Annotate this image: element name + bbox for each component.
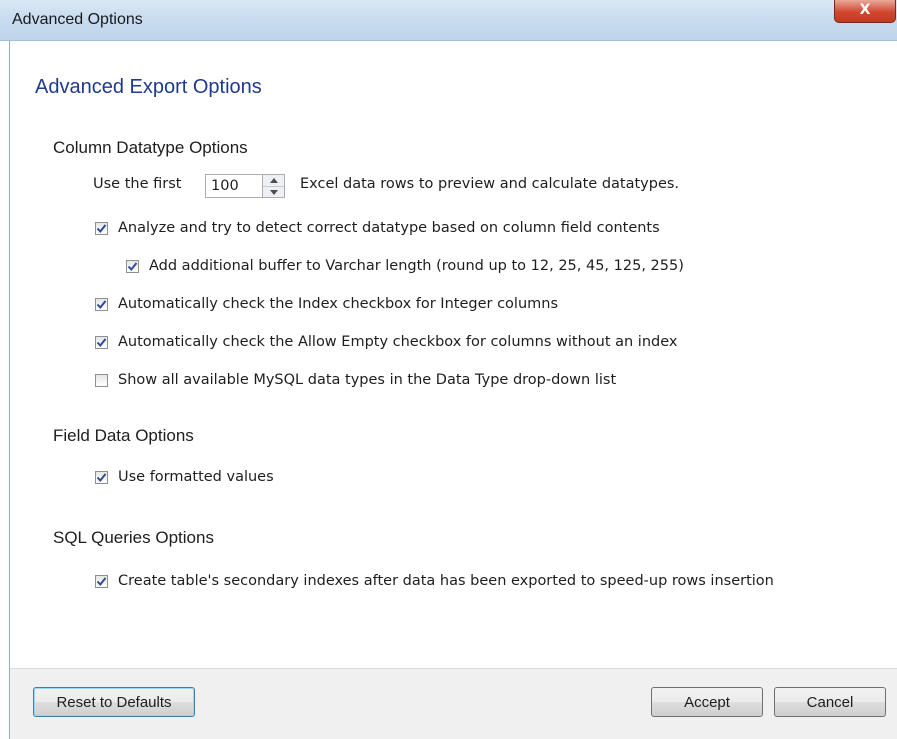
arrow-down-icon xyxy=(269,190,278,195)
show-all-types-option[interactable]: Show all available MySQL data types in t… xyxy=(95,370,616,390)
index-auto-label: Automatically check the Index checkbox f… xyxy=(118,296,559,312)
allow-empty-label: Automatically check the Allow Empty chec… xyxy=(118,334,678,350)
allow-empty-option[interactable]: Automatically check the Allow Empty chec… xyxy=(95,332,677,352)
formatted-values-label: Use formatted values xyxy=(118,469,274,485)
varchar-buffer-option[interactable]: Add additional buffer to Varchar length … xyxy=(126,256,684,276)
analyze-datatype-option[interactable]: Analyze and try to detect correct dataty… xyxy=(95,218,660,238)
show-all-types-label: Show all available MySQL data types in t… xyxy=(118,372,617,388)
preview-rows-suffix: Excel data rows to preview and calculate… xyxy=(300,176,680,192)
checkmark-icon xyxy=(96,472,107,482)
spin-down-button[interactable] xyxy=(263,187,284,198)
show-all-types-checkbox[interactable] xyxy=(95,373,108,387)
accept-label: Accept xyxy=(684,693,730,711)
varchar-buffer-checkbox[interactable] xyxy=(126,259,139,273)
secondary-indexes-checkbox[interactable] xyxy=(95,574,108,588)
checkmark-icon xyxy=(96,299,107,309)
index-checkbox-option[interactable]: Automatically check the Index checkbox f… xyxy=(95,294,558,314)
allow-empty-checkbox[interactable] xyxy=(95,335,108,349)
checkmark-icon xyxy=(127,261,138,271)
cancel-button[interactable]: Cancel xyxy=(774,687,886,717)
reset-defaults-button[interactable]: Reset to Defaults xyxy=(33,687,195,717)
close-icon: X xyxy=(859,2,871,18)
formatted-values-option[interactable]: Use formatted values xyxy=(95,467,274,487)
arrow-up-icon xyxy=(269,178,278,183)
section-title-field-data: Field Data Options xyxy=(53,426,194,445)
preview-rows-prefix: Use the first xyxy=(93,176,182,192)
title-bar: Advanced Options X xyxy=(0,0,897,41)
section-title-sql-queries: SQL Queries Options xyxy=(53,528,214,547)
index-auto-checkbox[interactable] xyxy=(95,297,108,311)
checkmark-icon xyxy=(96,223,107,233)
formatted-values-checkbox[interactable] xyxy=(95,470,108,484)
cancel-label: Cancel xyxy=(806,693,854,711)
section-title-column-datatype: Column Datatype Options xyxy=(53,138,248,157)
checkmark-icon xyxy=(96,337,107,347)
close-button[interactable]: X xyxy=(834,0,896,23)
reset-defaults-label: Reset to Defaults xyxy=(56,693,172,711)
page-title: Advanced Export Options xyxy=(35,76,262,98)
accept-button[interactable]: Accept xyxy=(651,687,763,717)
spin-up-button[interactable] xyxy=(263,175,284,187)
secondary-indexes-label: Create table's secondary indexes after d… xyxy=(118,573,774,589)
checkmark-icon xyxy=(96,576,107,586)
preview-rows-stepper xyxy=(263,174,285,198)
preview-rows-input[interactable]: 100 xyxy=(205,174,263,198)
preview-rows-value: 100 xyxy=(211,178,239,194)
window-title: Advanced Options xyxy=(12,11,143,28)
varchar-buffer-label: Add additional buffer to Varchar length … xyxy=(149,258,684,274)
analyze-datatype-label: Analyze and try to detect correct dataty… xyxy=(118,220,660,236)
analyze-datatype-checkbox[interactable] xyxy=(95,221,108,235)
secondary-indexes-option[interactable]: Create table's secondary indexes after d… xyxy=(95,571,774,591)
